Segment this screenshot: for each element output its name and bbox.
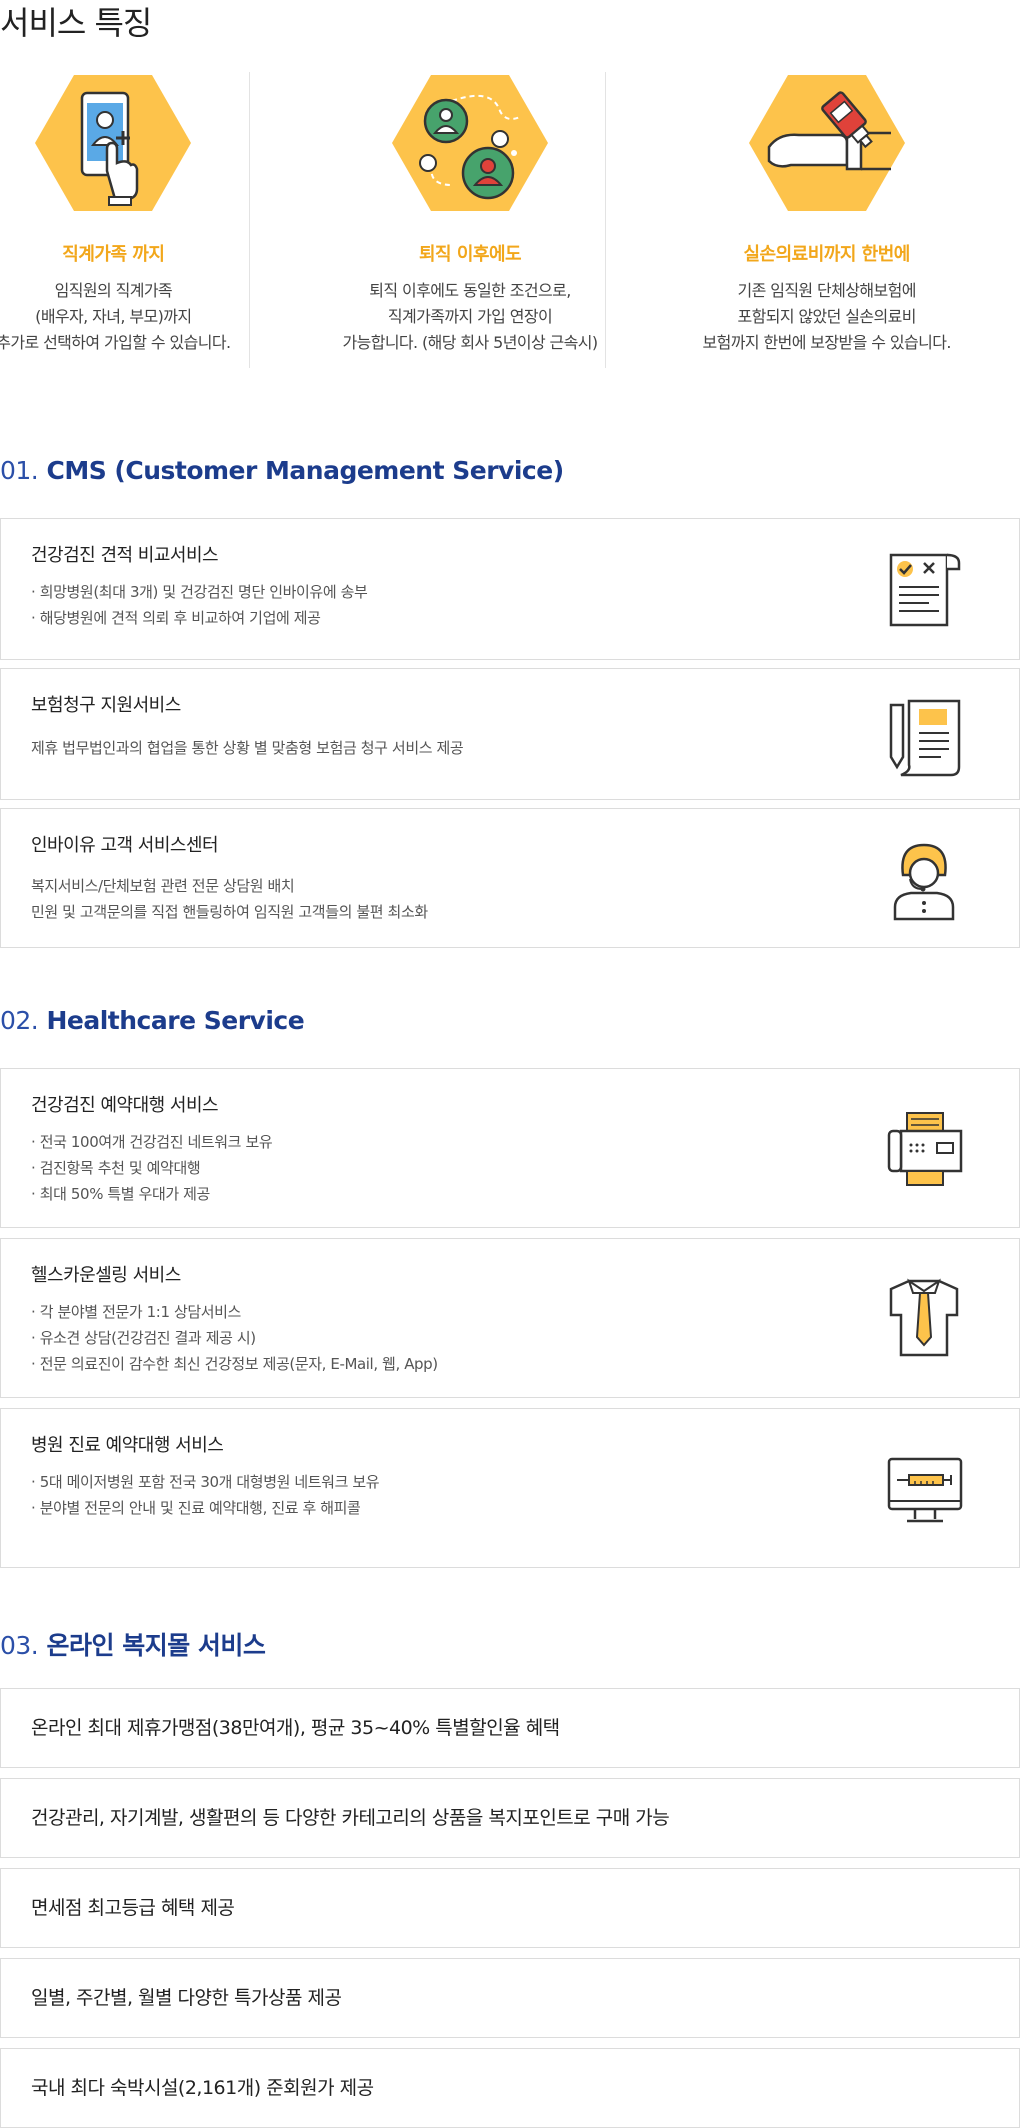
card-line: 복지서비스/단체보험 관련 전문 상담원 배치 <box>31 877 295 895</box>
service-card: 병원 진료 예약대행 서비스 · 5대 메이저병원 포함 전국 30개 대형병원… <box>0 1408 1020 1568</box>
card-line: · 유소견 상담(건강검진 결과 제공 시) <box>31 1329 256 1347</box>
service-card: 건강검진 예약대행 서비스 · 전국 100여개 건강검진 네트워크 보유 · … <box>0 1068 1020 1228</box>
section-title-text: CMS (Customer Management Service) <box>46 456 564 485</box>
section-number: 01. <box>0 456 39 485</box>
feature-description: 임직원의 직계가족 (배우자, 자녀, 부모)까지 추가로 선택하여 가입할 수… <box>0 278 307 356</box>
benefit-text: 온라인 최대 제휴가맹점(38만여개), 평균 35~40% 특별할인율 혜택 <box>31 1717 560 1739</box>
card-description: 제휴 법무법인과의 협업을 통한 상황 별 맞춤형 보험금 청구 서비스 제공 <box>31 735 464 761</box>
card-title: 보험청구 지원서비스 <box>31 695 181 716</box>
page-title: 서비스 특징 <box>0 4 152 42</box>
card-title: 헬스카운셀링 서비스 <box>31 1265 181 1286</box>
checklist-document-icon <box>889 553 961 627</box>
card-line: · 각 분야별 전문가 1:1 상담서비스 <box>31 1303 241 1321</box>
card-title: 건강검진 예약대행 서비스 <box>31 1095 219 1116</box>
benefit-item: 일별, 주간별, 월별 다양한 특가상품 제공 <box>0 1958 1020 2038</box>
feature-family: 직계가족 까지 임직원의 직계가족 (배우자, 자녀, 부모)까지 추가로 선택… <box>0 72 307 368</box>
card-description: · 희망병원(최대 3개) 및 건강검진 명단 인바이유에 송부 · 해당병원에… <box>31 579 368 631</box>
section-title-text: Healthcare Service <box>46 1006 305 1035</box>
card-description: 복지서비스/단체보험 관련 전문 상담원 배치 민원 및 고객문의를 직접 핸들… <box>31 873 428 925</box>
card-title: 인바이유 고객 서비스센터 <box>31 835 219 856</box>
section-title-healthcare: 02. Healthcare Service <box>0 1006 305 1035</box>
feature-line: 추가로 선택하여 가입할 수 있습니다. <box>0 333 231 352</box>
benefit-text: 건강관리, 자기계발, 생활편의 등 다양한 카테고리의 상품을 복지포인트로 … <box>31 1807 670 1829</box>
section-number: 03. <box>0 1631 39 1660</box>
feature-line: 임직원의 직계가족 <box>54 281 173 300</box>
benefit-text: 국내 최다 숙박시설(2,161개) 준회원가 제공 <box>31 2077 374 2099</box>
fax-machine-icon <box>887 1112 963 1186</box>
card-line: · 전문 의료진이 감수한 최신 건강정보 제공(문자, E-Mail, 웹, … <box>31 1355 438 1373</box>
benefit-item: 국내 최다 숙박시설(2,161개) 준회원가 제공 <box>0 2048 1020 2128</box>
call-center-agent-icon <box>893 843 955 921</box>
feature-line: 포함되지 않았던 실손의료비 <box>737 307 916 326</box>
service-card: 헬스카운셀링 서비스 · 각 분야별 전문가 1:1 상담서비스 · 유소견 상… <box>0 1238 1020 1398</box>
feature-row: 직계가족 까지 임직원의 직계가족 (배우자, 자녀, 부모)까지 추가로 선택… <box>0 72 1020 368</box>
feature-line: 기존 임직원 단체상해보험에 <box>737 281 916 300</box>
feature-title: 실손의료비까지 한번에 <box>743 244 910 265</box>
people-connect-icon <box>392 75 548 211</box>
card-line: · 전국 100여개 건강검진 네트워크 보유 <box>31 1133 273 1151</box>
shirt-tie-icon <box>889 1278 959 1357</box>
card-description: · 5대 메이저병원 포함 전국 30개 대형병원 네트워크 보유 · 분야별 … <box>31 1469 380 1521</box>
benefit-item: 온라인 최대 제휴가맹점(38만여개), 평균 35~40% 특별할인율 혜택 <box>0 1688 1020 1768</box>
card-description: · 각 분야별 전문가 1:1 상담서비스 · 유소견 상담(건강검진 결과 제… <box>31 1299 438 1377</box>
card-line: · 해당병원에 견적 의뢰 후 비교하여 기업에 제공 <box>31 609 321 627</box>
benefit-item: 건강관리, 자기계발, 생활편의 등 다양한 카테고리의 상품을 복지포인트로 … <box>0 1778 1020 1858</box>
benefit-item: 면세점 최고등급 혜택 제공 <box>0 1868 1020 1948</box>
service-card: 건강검진 견적 비교서비스 · 희망병원(최대 3개) 및 건강검진 명단 인바… <box>0 518 1020 660</box>
section-number: 02. <box>0 1006 39 1035</box>
service-card: 보험청구 지원서비스 제휴 법무법인과의 협업을 통한 상황 별 맞춤형 보험금… <box>0 668 1020 800</box>
medicine-hand-icon <box>748 75 905 211</box>
section-title-cms: 01. CMS (Customer Management Service) <box>0 456 564 485</box>
feature-line: 보험까지 한번에 보장받을 수 있습니다. <box>702 333 952 352</box>
card-line: 제휴 법무법인과의 협업을 통한 상황 별 맞춤형 보험금 청구 서비스 제공 <box>31 739 464 757</box>
section-title-welfare-mall: 03. 온라인 복지몰 서비스 <box>0 1626 266 1662</box>
card-line: · 검진항목 추천 및 예약대행 <box>31 1159 201 1177</box>
section-title-text: 온라인 복지몰 서비스 <box>46 1631 266 1660</box>
feature-title: 직계가족 까지 <box>62 244 165 265</box>
feature-description: 기존 임직원 단체상해보험에 포함되지 않았던 실손의료비 보험까지 한번에 보… <box>633 278 1020 356</box>
card-title: 병원 진료 예약대행 서비스 <box>31 1435 224 1456</box>
feature-medical: 실손의료비까지 한번에 기존 임직원 단체상해보험에 포함되지 않았던 실손의료… <box>605 72 1020 368</box>
card-line: · 최대 50% 특별 우대가 제공 <box>31 1185 210 1203</box>
card-description: · 전국 100여개 건강검진 네트워크 보유 · 검진항목 추천 및 예약대행… <box>31 1129 273 1207</box>
service-card: 인바이유 고객 서비스센터 복지서비스/단체보험 관련 전문 상담원 배치 민원… <box>0 808 1020 948</box>
benefit-text: 면세점 최고등급 혜택 제공 <box>31 1897 235 1919</box>
card-line: · 분야별 전문의 안내 및 진료 예약대행, 진료 후 해피콜 <box>31 1499 361 1517</box>
card-line: · 희망병원(최대 3개) 및 건강검진 명단 인바이유에 송부 <box>31 583 368 601</box>
card-title: 건강검진 견적 비교서비스 <box>31 545 219 566</box>
monitor-syringe-icon <box>887 1457 963 1523</box>
card-line: 민원 및 고객문의를 직접 핸들링하여 임직원 고객들의 불편 최소화 <box>31 903 428 921</box>
phone-add-person-icon <box>35 75 192 211</box>
feature-line: (배우자, 자녀, 부모)까지 <box>35 307 192 326</box>
benefit-text: 일별, 주간별, 월별 다양한 특가상품 제공 <box>31 1987 342 2009</box>
scroll-pen-icon <box>889 699 961 777</box>
card-line: · 5대 메이저병원 포함 전국 30개 대형병원 네트워크 보유 <box>31 1473 380 1491</box>
